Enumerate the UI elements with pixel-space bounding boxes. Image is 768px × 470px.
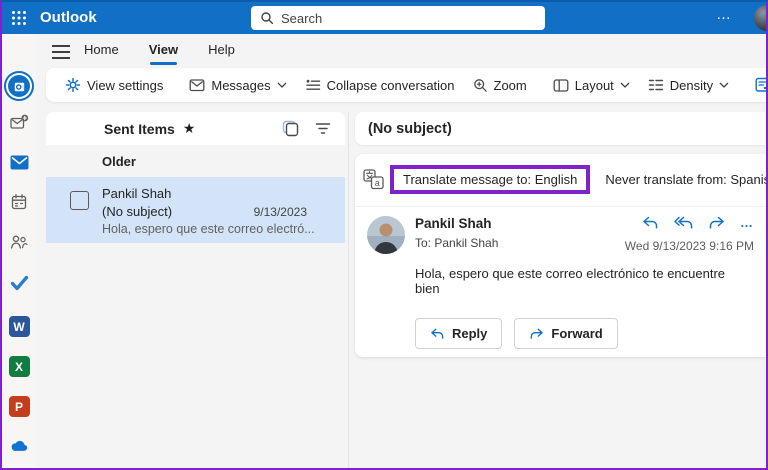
- layout-dropdown[interactable]: Layout: [544, 72, 639, 98]
- collapse-conversation-button[interactable]: Collapse conversation: [296, 72, 464, 98]
- sidebar-item-powerpoint[interactable]: P: [2, 396, 36, 417]
- svg-text:a: a: [375, 178, 380, 188]
- favorite-star-icon[interactable]: ★: [183, 120, 196, 137]
- reply-icon[interactable]: [642, 216, 659, 230]
- translate-message-button[interactable]: Translate message to: English: [390, 164, 591, 194]
- sidebar-item-todo[interactable]: [2, 275, 36, 291]
- mail-item-checkbox[interactable]: [70, 191, 89, 210]
- forward-button[interactable]: Forward: [514, 318, 618, 349]
- view-toolbar: View settings Messages Collapse conversa…: [46, 68, 766, 102]
- folder-title: Sent Items: [104, 120, 175, 137]
- filter-icon[interactable]: [315, 122, 331, 135]
- forward-icon[interactable]: [708, 216, 725, 230]
- outlook-window: Outlook Search … W X P Home View Help Vi…: [0, 0, 768, 470]
- message-more-button[interactable]: …: [740, 216, 754, 230]
- density-dropdown[interactable]: Density: [639, 72, 738, 98]
- ribbon-tabs: Home View Help: [84, 42, 235, 65]
- message-card: a Translate message to: English Never tr…: [355, 154, 766, 357]
- sidebar-item-people[interactable]: [2, 234, 36, 250]
- pane-divider: [348, 112, 349, 468]
- forward-icon: [531, 328, 544, 339]
- mail-icon: [10, 155, 28, 170]
- layout-icon: [553, 78, 569, 92]
- envelope-icon: [189, 79, 205, 92]
- todo-check-icon: [10, 275, 28, 291]
- tab-view[interactable]: View: [149, 42, 178, 65]
- message-body: Hola, espero que este correo electrónico…: [415, 266, 726, 296]
- mail-item-date: 9/13/2023: [253, 205, 307, 219]
- nav-toggle-icon[interactable]: [52, 45, 70, 59]
- calendar-icon: [11, 194, 27, 210]
- message-to-line[interactable]: To: Pankil Shah: [415, 236, 498, 250]
- sidebar-item-word[interactable]: W: [2, 316, 36, 337]
- app-title: Outlook: [40, 9, 97, 26]
- mail-list-item[interactable]: Pankil Shah (No subject) 9/13/2023 Hola,…: [46, 177, 345, 243]
- message-timestamp: Wed 9/13/2023 9:16 PM: [624, 239, 754, 253]
- excel-icon: X: [8, 356, 30, 377]
- gear-icon: [65, 77, 81, 93]
- chevron-down-icon: [277, 82, 287, 88]
- mail-list-header: Sent Items ★: [46, 112, 345, 145]
- reply-all-icon[interactable]: [674, 216, 693, 230]
- density-icon: [648, 79, 663, 91]
- sidebar-item-mail[interactable]: [2, 155, 36, 170]
- translate-icon: a: [363, 168, 384, 190]
- search-icon: [260, 11, 274, 25]
- new-message-icon: [9, 114, 28, 129]
- powerpoint-icon: P: [8, 396, 30, 417]
- word-icon: W: [8, 316, 30, 337]
- sidebar-item-excel[interactable]: X: [2, 356, 36, 377]
- mail-group-header[interactable]: Older: [46, 145, 345, 177]
- message-sender[interactable]: Pankil Shah: [415, 216, 492, 231]
- messages-dropdown[interactable]: Messages: [180, 72, 295, 98]
- sidebar-item-calendar[interactable]: [2, 193, 36, 211]
- chevron-down-icon: [719, 82, 729, 88]
- reply-icon: [431, 328, 444, 339]
- message-action-buttons: Reply Forward: [415, 318, 618, 349]
- translate-bar: a Translate message to: English Never tr…: [363, 163, 766, 195]
- search-placeholder: Search: [281, 10, 323, 26]
- app-top-bar: Outlook Search …: [2, 2, 766, 34]
- tab-home[interactable]: Home: [84, 42, 119, 65]
- reply-button[interactable]: Reply: [415, 318, 503, 349]
- sidebar-item-new-message[interactable]: [2, 114, 36, 131]
- message-subject: (No subject): [368, 120, 452, 137]
- mail-item-preview: Hola, espero que este correo electró...: [102, 222, 315, 236]
- immersive-reader-icon: [755, 77, 766, 92]
- collapse-conversation-icon: [305, 79, 320, 90]
- app-rail: W X P: [2, 34, 36, 468]
- people-icon: [10, 235, 28, 249]
- immersive-reader-button[interactable]: [746, 72, 766, 98]
- sidebar-item-onedrive[interactable]: [2, 438, 36, 453]
- zoom-icon: [473, 78, 487, 92]
- message-actions-icons: …: [642, 216, 754, 230]
- account-avatar[interactable]: [754, 5, 766, 31]
- search-input[interactable]: Search: [251, 6, 545, 30]
- mail-item-subject: (No subject): [102, 204, 173, 219]
- topbar-more-button[interactable]: …: [716, 2, 732, 32]
- sidebar-item-outlook[interactable]: [2, 71, 36, 101]
- app-launcher-icon[interactable]: [11, 10, 27, 26]
- zoom-button[interactable]: Zoom: [464, 72, 536, 98]
- never-translate-button[interactable]: Never translate from: Spanish: [605, 172, 766, 187]
- sender-avatar[interactable]: [367, 216, 405, 254]
- message-divider: [355, 206, 766, 207]
- tab-help[interactable]: Help: [208, 42, 235, 65]
- onedrive-icon: [11, 440, 28, 451]
- outlook-app-icon: [4, 71, 34, 101]
- view-settings-button[interactable]: View settings: [56, 72, 172, 98]
- mail-item-sender: Pankil Shah: [102, 186, 172, 201]
- chevron-down-icon: [620, 82, 630, 88]
- reading-pane-subject: (No subject): [355, 112, 766, 145]
- select-messages-icon[interactable]: [282, 120, 299, 137]
